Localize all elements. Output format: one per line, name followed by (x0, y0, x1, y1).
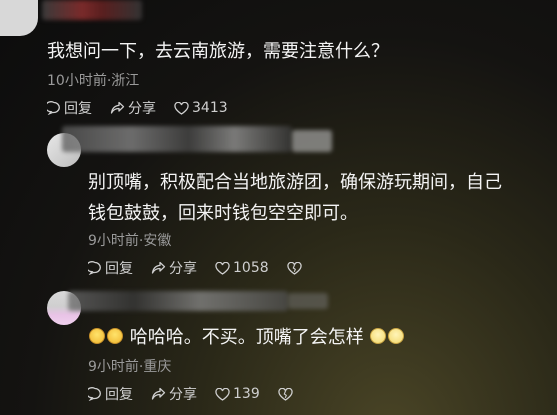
comment-text: 我想问一下，去云南旅游，需要注意什么？ (47, 41, 389, 62)
blurred-username (288, 293, 328, 309)
like-button[interactable]: 1058 (215, 260, 269, 276)
comment-text-line-1: 别顶嘴，积极配合当地旅游团，确保游玩期间，自己 (88, 172, 502, 193)
like-count: 1058 (233, 260, 269, 276)
reply-icon (47, 101, 60, 115)
dislike-button[interactable] (286, 261, 305, 275)
share-icon (151, 387, 166, 400)
blank-face-emoji-icon (370, 328, 387, 344)
dislike-button[interactable] (278, 387, 296, 401)
broken-heart-icon (286, 261, 302, 275)
comment-actions: 回复 分享 3413 (47, 98, 246, 118)
reply-icon (88, 387, 101, 401)
blurred-username (62, 126, 292, 152)
share-icon (110, 101, 125, 114)
reply-button[interactable]: 回复 (88, 384, 133, 404)
blank-face-emoji-icon (388, 328, 405, 344)
share-button[interactable]: 分享 (151, 384, 197, 404)
comment-actions: 回复 分享 139 (88, 384, 314, 404)
heart-icon (215, 261, 230, 275)
blurred-username (292, 130, 332, 152)
like-button[interactable]: 3413 (174, 100, 228, 116)
comment-meta: 9小时前·重庆 (88, 359, 172, 375)
share-icon (151, 261, 166, 274)
reply-icon (88, 261, 101, 275)
share-button[interactable]: 分享 (110, 98, 156, 118)
comment-text: 哈哈哈。不买。顶嘴了会怎样 (88, 323, 405, 349)
like-button[interactable]: 139 (215, 386, 260, 402)
heart-icon (174, 101, 189, 115)
comment-text-line-2: 钱包鼓鼓，回来时钱包空空即可。 (88, 203, 358, 224)
laughing-emoji-icon (107, 328, 123, 344)
broken-heart-icon (278, 387, 293, 401)
blurred-username (68, 291, 288, 311)
laughing-emoji-icon (89, 328, 105, 344)
reply-button[interactable]: 回复 (88, 258, 133, 278)
comment-meta: 9小时前·安徽 (88, 233, 172, 249)
like-count: 3413 (192, 100, 228, 116)
comment-meta: 10小时前·浙江 (47, 73, 140, 89)
like-count: 139 (233, 386, 260, 402)
avatar[interactable] (0, 0, 38, 36)
reply-button[interactable]: 回复 (47, 98, 92, 118)
blurred-username (42, 0, 142, 20)
comment-actions: 回复 分享 1058 (88, 258, 323, 278)
share-button[interactable]: 分享 (151, 258, 197, 278)
heart-icon (215, 387, 230, 401)
